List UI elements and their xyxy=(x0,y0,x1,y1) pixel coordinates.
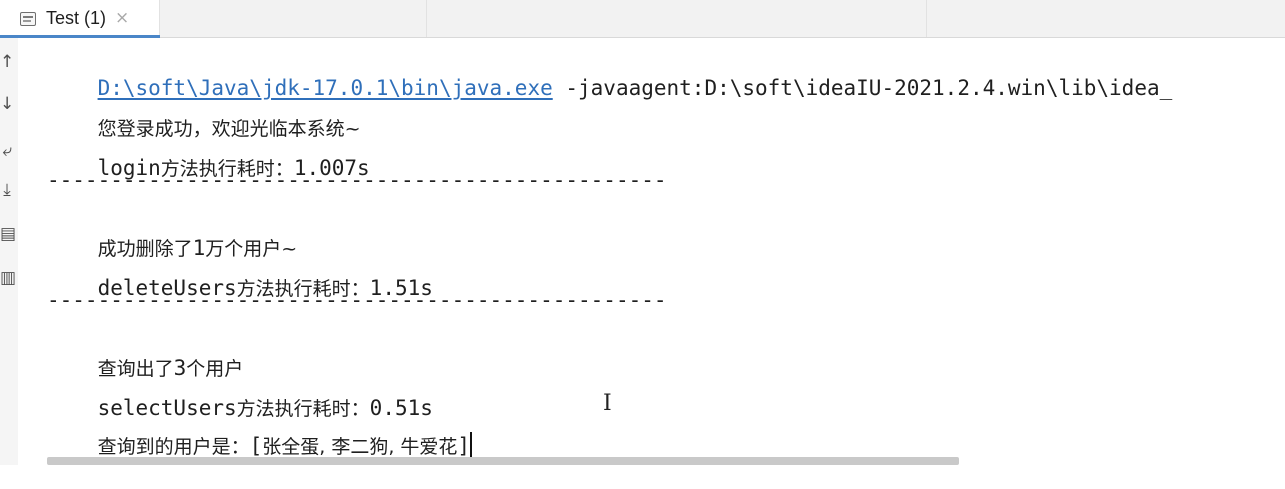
horizontal-scrollbar[interactable] xyxy=(47,457,959,465)
console-toolbar: ↑ ↓ ⤶ ⤓ ▤ ▥ xyxy=(0,38,18,465)
output-line: 查询到的用户是：[张全蛋, 李二狗, 牛爱花] xyxy=(97,432,473,458)
output-line: login方法执行耗时：1.007s xyxy=(97,156,370,180)
trash-icon[interactable]: ▥ xyxy=(0,268,16,288)
output-line: selectUsers方法执行耗时：0.51s xyxy=(97,396,433,420)
console-tab-icon xyxy=(20,11,36,26)
down-arrow-icon[interactable]: ↓ xyxy=(0,94,14,114)
close-icon[interactable]: × xyxy=(115,10,129,27)
tabbar-divider xyxy=(926,0,927,37)
separator-line: ----------------------------------------… xyxy=(47,168,667,192)
command-line: D:\soft\Java\jdk-17.0.1\bin\java.exe -ja… xyxy=(47,46,1173,100)
console-output[interactable]: D:\soft\Java\jdk-17.0.1\bin\java.exe -ja… xyxy=(47,38,1285,470)
print-icon[interactable]: ▤ xyxy=(0,224,16,244)
up-arrow-icon[interactable]: ↑ xyxy=(0,52,14,72)
command-args: -javaagent:D:\soft\ideaIU-2021.2.4.win\l… xyxy=(552,76,1173,100)
soft-wrap-icon[interactable]: ⤶ xyxy=(0,141,14,161)
output-line: deleteUsers方法执行耗时：1.51s xyxy=(97,276,433,300)
tabbar-divider xyxy=(426,0,427,37)
scroll-to-end-icon[interactable]: ⤓ xyxy=(0,180,14,200)
tab-label: Test (1) xyxy=(46,8,107,28)
output-line: 成功删除了1万个用户~ xyxy=(97,236,298,260)
output-line: 查询出了3个用户 xyxy=(97,356,244,380)
tab-test[interactable]: Test (1) × xyxy=(0,0,160,38)
output-line: 您登录成功，欢迎光临本系统~ xyxy=(97,118,361,140)
separator-line: ----------------------------------------… xyxy=(47,288,667,312)
tool-window-tabbar: Test (1) × xyxy=(0,0,1285,38)
ibeam-cursor-icon: I xyxy=(603,391,612,416)
